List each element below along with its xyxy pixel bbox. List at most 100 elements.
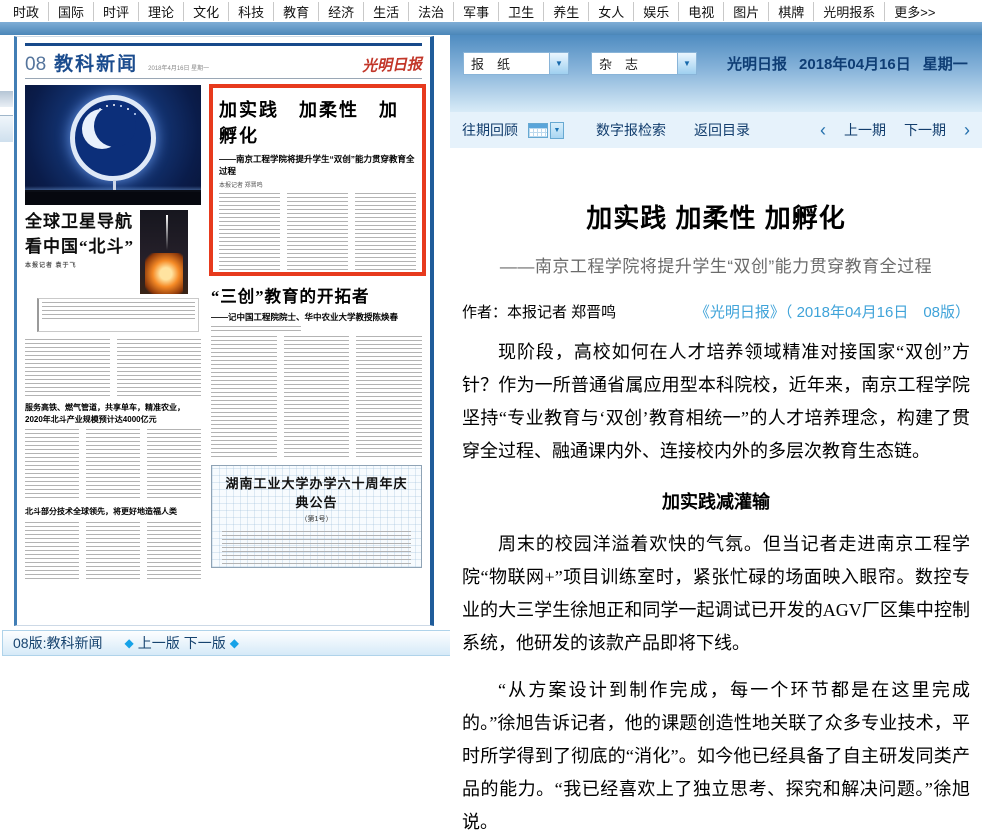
notice-title: 湖南工业大学办学六十周年庆典公告 <box>222 473 411 511</box>
nav-item-shenghuo[interactable]: 生活 <box>364 2 409 21</box>
current-page-label: 08版:教科新闻 <box>13 633 102 653</box>
back-issues-link[interactable]: 往期回顾 <box>462 120 518 140</box>
page-number: 08 <box>25 54 46 76</box>
micro-text-lines <box>222 531 411 567</box>
paragraph: 周末的校园洋溢着欢快的气氛。但当记者走进南京工程学院“物联网+”项目训练室时，紧… <box>462 528 970 660</box>
article-body: 现阶段，高校如何在人才培养领域精准对接国家“双创”方针？作为一所普通省属应用型本… <box>462 336 970 839</box>
article-view: 加实践 加柔性 加孵化 ——南京工程学院将提升学生“双创”能力贯穿教育全过程 作… <box>450 198 982 839</box>
rocket-launch-photo <box>140 210 188 294</box>
lead-text-columns <box>25 339 201 397</box>
nav-item-jingji[interactable]: 经济 <box>319 2 364 21</box>
nav-item-baoxi[interactable]: 光明报系 <box>814 2 885 21</box>
highlight-byline: 本报记者 郑晋鸣 <box>219 180 416 189</box>
nav-item-weisheng[interactable]: 卫生 <box>499 2 544 21</box>
top-divider-bar <box>0 22 982 35</box>
micro-text-lines <box>25 522 79 582</box>
nav-item-yule[interactable]: 娱乐 <box>634 2 679 21</box>
issue-weekday: 星期一 <box>923 53 968 74</box>
paper-select[interactable]: 报 纸 ▼ <box>463 52 569 75</box>
next-issue-link[interactable]: 下一期 <box>904 120 946 140</box>
nav-item-jiaoyu[interactable]: 教育 <box>274 2 319 21</box>
micro-text-lines <box>211 336 277 458</box>
nav-item-wenhua[interactable]: 文化 <box>184 2 229 21</box>
nav-item-lilun[interactable]: 理论 <box>139 2 184 21</box>
nav-item-dianshi[interactable]: 电视 <box>679 2 724 21</box>
nav-item-guoji[interactable]: 国际 <box>49 2 94 21</box>
article2-subtitle: ——记中国工程院院士、华中农业大学教授陈焕春 <box>211 311 422 323</box>
paper-select-value: 报 纸 <box>464 54 549 73</box>
micro-text-lines <box>42 302 195 320</box>
micro-text-lines <box>355 193 416 276</box>
beidou-logo-icon <box>70 95 156 181</box>
micro-text-lines <box>25 339 110 397</box>
sanchuang-article[interactable]: “三创”教育的开拓者 ——记中国工程院院士、华中农业大学教授陈焕春 <box>211 283 422 458</box>
lead-byline: 本报记者 袁于飞 <box>25 262 134 271</box>
nav-item-shizheng[interactable]: 时政 <box>4 2 49 21</box>
magazine-select[interactable]: 杂 志 ▼ <box>591 52 697 75</box>
left-edge-decoration <box>0 115 13 142</box>
calendar-dropdown-icon[interactable]: ▼ <box>550 122 564 139</box>
next-page-link[interactable]: 下一版 <box>184 633 226 653</box>
micro-text-lines <box>284 336 350 458</box>
audience-silhouette <box>25 190 201 205</box>
micro-text-lines <box>86 522 140 582</box>
nav-item-junshi[interactable]: 军事 <box>454 2 499 21</box>
micro-text-lines <box>147 522 201 582</box>
nav-item-more[interactable]: 更多>> <box>885 2 944 21</box>
prev-issue-arrow-icon[interactable]: ‹ <box>820 121 826 139</box>
article2-text-columns <box>211 336 422 458</box>
lead-article[interactable]: 全球卫星导航 看中国“北斗” 本报记者 袁于飞 服务高铁、燃气管道，共享单车，精… <box>25 85 201 586</box>
nav-item-shiping[interactable]: 时评 <box>94 2 139 21</box>
page-dateline: 2018年4月16日 星期一 <box>148 63 209 72</box>
highlight-subtitle: ——南京工程学院将提升学生“双创”能力贯穿教育全过程 <box>219 153 416 177</box>
digital-search-link[interactable]: 数字报检索 <box>596 120 666 140</box>
next-issue-arrow-icon[interactable]: › <box>964 121 970 139</box>
micro-text-lines <box>147 429 201 501</box>
lead-subhead-2: 北斗部分技术全球领先，将更好地造福人类 <box>25 506 201 518</box>
paragraph: 现阶段，高校如何在人才培养领域精准对接国家“双创”方针？作为一所普通省属应用型本… <box>462 336 970 468</box>
viewer-header: 报 纸 ▼ 杂 志 ▼ 光明日报 2018年04月16日 星期一 <box>450 35 982 112</box>
university-notice-box[interactable]: 湖南工业大学办学六十周年庆典公告 （第1号） <box>211 465 422 568</box>
article-subtitle: ——南京工程学院将提升学生“双创”能力贯穿教育全过程 <box>462 252 970 277</box>
nav-item-nvren[interactable]: 女人 <box>589 2 634 21</box>
top-nav: 时政 国际 时评 理论 文化 科技 教育 经济 生活 法治 军事 卫生 养生 女… <box>0 0 982 22</box>
nav-item-fazhi[interactable]: 法治 <box>409 2 454 21</box>
nav-item-tupian[interactable]: 图片 <box>724 2 769 21</box>
prev-issue-link[interactable]: 上一期 <box>844 120 886 140</box>
article2-title: “三创”教育的开拓者 <box>211 283 422 307</box>
reader-panel: 报 纸 ▼ 杂 志 ▼ 光明日报 2018年04月16日 星期一 往期回顾 ▼ … <box>450 35 982 661</box>
lead-text-columns <box>25 522 201 582</box>
micro-text-lines <box>86 429 140 501</box>
page-navigation-bar: 08版:教科新闻 ◆ 上一版 下一版 ◆ <box>2 630 458 656</box>
notice-number: （第1号） <box>222 514 411 524</box>
nav-item-yangsheng[interactable]: 养生 <box>544 2 589 21</box>
newspaper-page-preview[interactable]: 08 教科新闻 2018年4月16日 星期一 光明日报 全球卫星导航 <box>14 36 434 626</box>
calendar-icon[interactable] <box>528 123 548 138</box>
micro-text-lines <box>117 339 202 397</box>
back-to-contents-link[interactable]: 返回目录 <box>694 120 750 140</box>
chevron-down-icon[interactable]: ▼ <box>677 53 696 74</box>
section-heading: 加实践减灌输 <box>462 488 970 514</box>
article-source-link[interactable]: 《光明日报》（ 2018年04月16日 08版） <box>695 301 970 322</box>
article-title: 加实践 加柔性 加孵化 <box>462 198 970 235</box>
left-edge-decoration <box>0 91 13 107</box>
chevron-down-icon[interactable]: ▼ <box>549 53 568 74</box>
main-area: 08 教科新闻 2018年4月16日 星期一 光明日报 全球卫星导航 <box>0 35 982 661</box>
highlighted-article-region[interactable]: 加实践 加柔性 加孵化 ——南京工程学院将提升学生“双创”能力贯穿教育全过程 本… <box>209 84 426 276</box>
article-author: 作者：本报记者 郑晋鸣 <box>462 301 616 322</box>
micro-text-lines <box>287 193 348 276</box>
section-title: 教科新闻 <box>54 49 138 76</box>
lead-subhead-1: 服务高铁、燃气管道，共享单车，精准农业，2020年北斗产业规模预计达4000亿元 <box>25 402 201 425</box>
guangming-daily-logo: 光明日报 <box>362 53 423 76</box>
highlight-title: 加实践 加柔性 加孵化 <box>219 96 416 148</box>
prev-page-link[interactable]: 上一版 <box>138 633 180 653</box>
article2-byline <box>211 326 301 332</box>
lead-text-columns <box>25 429 201 501</box>
masthead-name: 光明日报 <box>727 53 787 74</box>
prev-page-diamond-icon: ◆ <box>124 636 133 650</box>
lead-headline: 全球卫星导航 看中国“北斗” 本报记者 袁于飞 <box>25 210 134 294</box>
issue-date: 2018年04月16日 <box>799 53 911 74</box>
nav-item-qipai[interactable]: 棋牌 <box>769 2 814 21</box>
nav-item-keji[interactable]: 科技 <box>229 2 274 21</box>
highlight-text-columns <box>219 193 416 276</box>
